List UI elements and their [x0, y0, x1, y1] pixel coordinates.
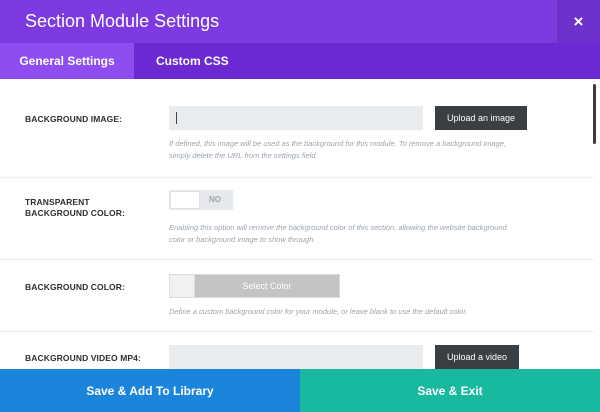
close-button[interactable]: × — [557, 0, 600, 43]
upload-video-button[interactable]: Upload a video — [435, 345, 519, 369]
background-color-picker[interactable]: Select Color — [169, 274, 340, 298]
modal-footer: Save & Add To Library Save & Exit — [0, 369, 600, 412]
divider — [0, 177, 594, 178]
settings-panel: BACKGROUND IMAGE: Upload an image If def… — [0, 79, 600, 369]
background-image-input[interactable] — [169, 106, 423, 130]
settings-modal: Section Module Settings × General Settin… — [0, 0, 600, 412]
toggle-knob — [171, 192, 199, 208]
save-exit-button[interactable]: Save & Exit — [300, 369, 600, 412]
background-image-help: If defined, this image will be used as t… — [169, 139, 506, 160]
text-cursor — [176, 112, 177, 124]
transparent-bg-help: Enabling this option will remove the bac… — [169, 223, 507, 244]
background-video-mp4-label: BACKGROUND VIDEO MP4: — [25, 353, 141, 363]
modal-header: Section Module Settings × — [0, 0, 600, 43]
scrollbar[interactable] — [593, 84, 596, 144]
select-color-button[interactable]: Select Color — [195, 275, 339, 297]
modal-title: Section Module Settings — [25, 11, 220, 31]
tab-bar: General Settings Custom CSS — [0, 43, 600, 79]
tab-general-settings[interactable]: General Settings — [0, 43, 134, 79]
upload-image-button[interactable]: Upload an image — [435, 106, 527, 130]
divider — [0, 331, 594, 332]
transparent-bg-label-line2: BACKGROUND COLOR: — [25, 208, 125, 218]
color-swatch[interactable] — [170, 275, 195, 297]
toggle-state: NO — [209, 195, 221, 204]
background-color-label: BACKGROUND COLOR: — [25, 282, 125, 292]
transparent-bg-toggle[interactable]: NO — [169, 190, 233, 210]
save-add-to-library-button[interactable]: Save & Add To Library — [0, 369, 300, 412]
tab-custom-css[interactable]: Custom CSS — [156, 43, 229, 79]
background-color-help: Define a custom background color for you… — [169, 307, 468, 316]
divider — [0, 259, 594, 260]
close-icon: × — [573, 11, 584, 31]
background-image-label: BACKGROUND IMAGE: — [25, 114, 123, 124]
transparent-bg-label-line1: TRANSPARENT — [25, 197, 90, 207]
background-video-mp4-input[interactable] — [169, 345, 423, 369]
